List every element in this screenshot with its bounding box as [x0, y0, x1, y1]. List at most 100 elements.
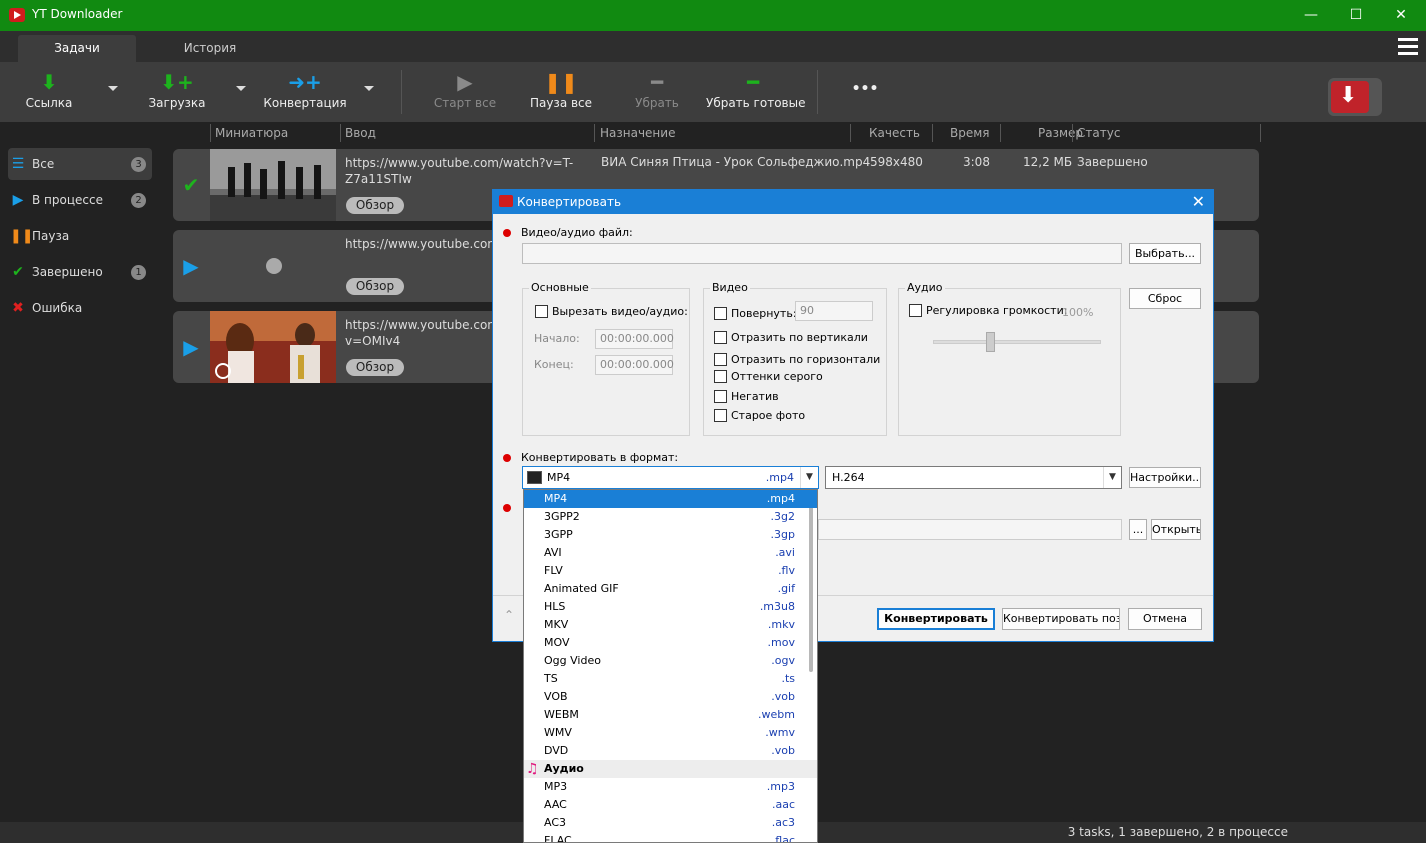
video-group-title: Видео — [710, 281, 750, 294]
format-name: AVI — [544, 546, 562, 559]
reset-button[interactable]: Сброс — [1129, 288, 1201, 309]
format-option[interactable]: DVD .vob — [524, 742, 817, 760]
format-name: MOV — [544, 636, 570, 649]
format-option[interactable]: FLV .flv — [524, 562, 817, 580]
output-path-input[interactable] — [818, 519, 1122, 540]
play-icon: ▶ — [12, 192, 24, 208]
format-option[interactable]: Animated GIF .gif — [524, 580, 817, 598]
format-option[interactable]: MKV .mkv — [524, 616, 817, 634]
end-time-input[interactable]: 00:00:00.000 — [595, 355, 674, 375]
format-option[interactable]: MP3 .mp3 — [524, 778, 817, 796]
collapse-chevron-icon[interactable]: ⌃ — [504, 608, 514, 622]
convert-later-button[interactable]: Конвертировать позже — [1002, 608, 1120, 630]
browse-button[interactable]: Обзор — [346, 197, 404, 214]
download-button[interactable]: ⬇+ Загрузка — [140, 62, 214, 122]
open-folder-button[interactable]: Открыть — [1151, 519, 1201, 540]
volume-checkbox[interactable]: Регулировка громкости: — [909, 304, 1067, 317]
close-window-button[interactable]: ✕ — [1386, 4, 1416, 26]
maximize-button[interactable]: ☐ — [1341, 4, 1371, 26]
format-dropdown[interactable]: MP4 .mp4 ▼ — [522, 466, 819, 489]
col-dest[interactable]: Назначение — [600, 126, 675, 140]
title-bar: YT Downloader — ☐ ✕ — [0, 0, 1426, 31]
negative-checkbox[interactable]: Негатив — [714, 390, 779, 403]
browse-output-button[interactable]: ... — [1129, 519, 1147, 540]
old-photo-checkbox[interactable]: Старое фото — [714, 409, 805, 422]
download-dropdown-caret[interactable] — [236, 86, 246, 91]
chevron-down-icon: ▼ — [800, 467, 818, 488]
sidebar-item-in-progress[interactable]: ▶ В процессе 2 — [8, 184, 152, 216]
volume-slider-handle[interactable] — [986, 332, 995, 352]
format-option[interactable]: TS .ts — [524, 670, 817, 688]
start-time-input[interactable]: 00:00:00.000 — [595, 329, 674, 349]
format-ext: .m3u8 — [759, 600, 795, 613]
cancel-button[interactable]: Отмена — [1128, 608, 1202, 630]
flip-horizontal-checkbox[interactable]: Отразить по горизонтали — [714, 353, 880, 366]
format-option[interactable]: AVI .avi — [524, 544, 817, 562]
convert-button[interactable]: ➜+ Конвертация — [262, 62, 348, 122]
format-name: AAC — [544, 798, 567, 811]
browse-button[interactable]: Обзор — [346, 278, 404, 295]
pause-icon: ❚❚ — [10, 228, 34, 244]
count-badge: 3 — [131, 157, 146, 172]
format-option[interactable]: VOB .vob — [524, 688, 817, 706]
video-thumbnail — [210, 149, 336, 221]
sidebar-item-all[interactable]: ☰ Все 3 — [8, 148, 152, 180]
add-link-label: Ссылка — [25, 96, 73, 110]
browse-button[interactable]: Обзор — [346, 359, 404, 376]
cut-checkbox[interactable]: Вырезать видео/аудио: — [535, 305, 688, 318]
remove-done-button[interactable]: ━ Убрать готовые — [706, 62, 805, 122]
format-option[interactable]: WMV .wmv — [524, 724, 817, 742]
sidebar-item-error[interactable]: ✖ Ошибка — [8, 292, 152, 324]
remove-label: Убрать — [635, 96, 679, 110]
minimize-button[interactable]: — — [1296, 4, 1326, 26]
col-time[interactable]: Время — [950, 126, 990, 140]
grayscale-checkbox[interactable]: Оттенки серого — [714, 370, 823, 383]
start-all-button[interactable]: ▶ Старт все — [430, 62, 500, 122]
menu-icon[interactable] — [1398, 38, 1418, 56]
format-option[interactable]: HLS .m3u8 — [524, 598, 817, 616]
add-link-button[interactable]: ⬇ Ссылка — [10, 62, 88, 122]
col-quality[interactable]: Качесть — [869, 126, 920, 140]
dialog-close-button[interactable]: ✕ — [1192, 192, 1205, 211]
sidebar-item-label: Ошибка — [32, 301, 83, 315]
choose-file-button[interactable]: Выбрать... — [1129, 243, 1201, 264]
tab-tasks[interactable]: Задачи — [18, 35, 136, 62]
col-status[interactable]: Статус — [1077, 126, 1120, 140]
pause-all-button[interactable]: ❚❚ Пауза все — [526, 62, 596, 122]
sidebar-item-done[interactable]: ✔ Завершено 1 — [8, 256, 152, 288]
codec-dropdown[interactable]: H.264 ▼ — [825, 466, 1122, 489]
convert-dialog-button[interactable]: Конвертировать — [877, 608, 995, 630]
format-option[interactable]: FLAC .flac — [524, 832, 817, 842]
col-thumb[interactable]: Миниатюра — [215, 126, 288, 140]
sidebar-item-paused[interactable]: ❚❚ Пауза — [8, 220, 152, 252]
format-option[interactable]: AC3 .ac3 — [524, 814, 817, 832]
col-input[interactable]: Ввод — [345, 126, 376, 140]
flip-vertical-checkbox[interactable]: Отразить по вертикали — [714, 331, 868, 344]
file-path-input[interactable] — [522, 243, 1122, 264]
settings-button[interactable]: Настройки... — [1129, 467, 1201, 488]
sidebar-item-label: Завершено — [32, 265, 103, 279]
format-name: MP4 — [544, 492, 568, 505]
link-dropdown-caret[interactable] — [108, 86, 118, 91]
format-option[interactable]: WEBM .webm — [524, 706, 817, 724]
window-title: YT Downloader — [32, 7, 123, 21]
convert-dropdown-caret[interactable] — [364, 86, 374, 91]
format-option[interactable]: MP4 .mp4 — [524, 490, 817, 508]
remove-button[interactable]: ━ Убрать — [627, 62, 687, 122]
format-selected: MP4 — [547, 471, 571, 484]
start-label: Начало: — [534, 332, 580, 345]
format-option[interactable]: 3GPP .3gp — [524, 526, 817, 544]
tab-history[interactable]: История — [150, 35, 270, 62]
format-option[interactable]: Ogg Video .ogv — [524, 652, 817, 670]
format-ext: .ogv — [771, 654, 795, 667]
rotate-checkbox[interactable]: Повернуть: — [714, 307, 797, 320]
format-option[interactable]: MOV .mov — [524, 634, 817, 652]
more-button[interactable]: ••• — [845, 62, 885, 122]
format-ext: .ac3 — [771, 816, 795, 829]
format-option[interactable]: 3GPP2 .3g2 — [524, 508, 817, 526]
task-size: 12,2 МБ — [1023, 155, 1073, 169]
format-list[interactable]: MP4 .mp4 3GPP2 .3g2 3GPP .3gp AVI .avi FLV .flv An… — [523, 489, 818, 843]
volume-slider[interactable] — [933, 340, 1101, 344]
rotate-select[interactable]: 90 — [795, 301, 873, 321]
format-option[interactable]: AAC .aac — [524, 796, 817, 814]
